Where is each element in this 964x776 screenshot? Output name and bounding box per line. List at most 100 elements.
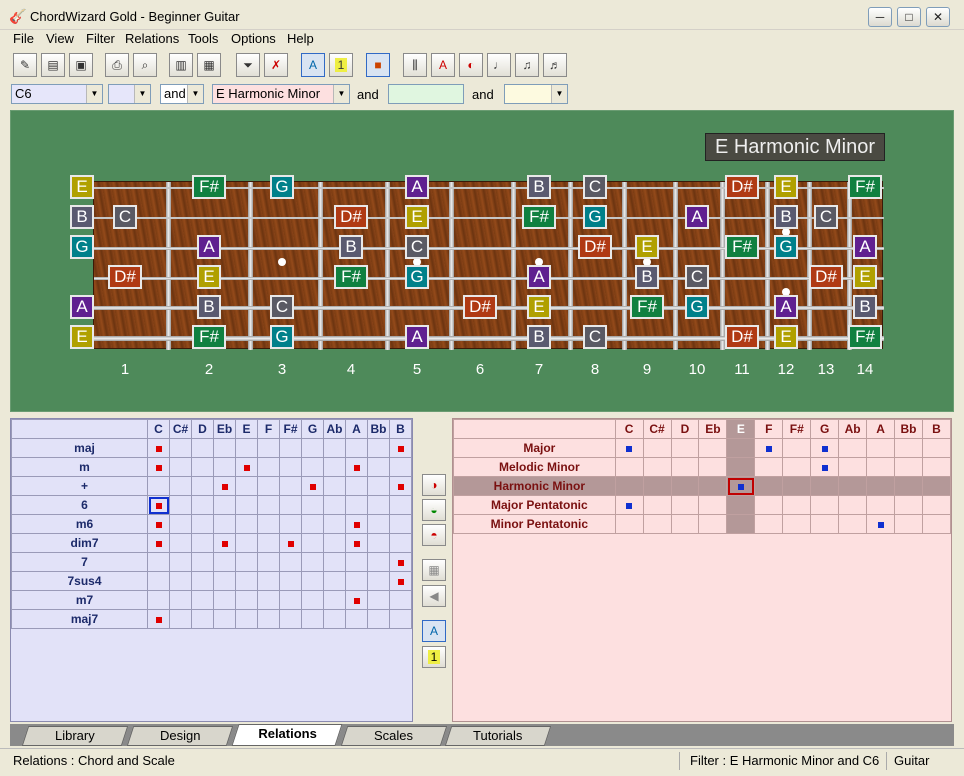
note-marker[interactable]: D#	[725, 175, 759, 199]
grid-column-header[interactable]: A	[345, 419, 368, 439]
grid-cell[interactable]	[389, 590, 412, 610]
grid-cell[interactable]	[782, 457, 812, 477]
grid-cell[interactable]	[191, 495, 214, 515]
grid-cell[interactable]	[367, 571, 390, 591]
grid-cell[interactable]	[257, 457, 280, 477]
grid-cell[interactable]	[257, 514, 280, 534]
grid-column-header[interactable]: F	[754, 419, 784, 439]
new-button[interactable]: ▤	[41, 53, 65, 77]
grid-cell[interactable]	[614, 438, 644, 458]
grid-cell[interactable]	[810, 476, 840, 496]
menu-file[interactable]: File	[13, 31, 34, 46]
grid-cell[interactable]	[169, 476, 192, 496]
grid-cell[interactable]	[147, 571, 170, 591]
note-marker[interactable]: F#	[334, 265, 368, 289]
grid-cell[interactable]	[191, 476, 214, 496]
grid-cell[interactable]	[301, 590, 324, 610]
filter-button[interactable]: ⏷	[236, 53, 260, 77]
note-marker[interactable]: G	[405, 265, 429, 289]
tab-library[interactable]: Library	[21, 726, 129, 746]
grid-column-header[interactable]: G	[810, 419, 840, 439]
grid-cell[interactable]	[642, 457, 672, 477]
note-marker[interactable]: E	[405, 205, 429, 229]
grid-cell[interactable]	[169, 533, 192, 553]
note-marker[interactable]: C	[685, 265, 709, 289]
grid-cell[interactable]	[389, 533, 412, 553]
grid-column-header[interactable]: D	[191, 419, 214, 439]
grid-cell[interactable]	[389, 514, 412, 534]
grid-cell[interactable]	[257, 476, 280, 496]
grid-cell[interactable]	[323, 609, 346, 629]
note-marker[interactable]: E	[635, 235, 659, 259]
note-marker[interactable]: D#	[809, 265, 843, 289]
note-marker[interactable]: B	[853, 295, 877, 319]
grid-cell[interactable]	[235, 571, 258, 591]
grid-cell[interactable]	[235, 476, 258, 496]
grid-column-header[interactable]: B	[389, 419, 412, 439]
grid-cell[interactable]	[810, 457, 840, 477]
grid-cell[interactable]	[323, 457, 346, 477]
note-marker[interactable]: G	[270, 325, 294, 349]
grid-cell[interactable]	[257, 495, 280, 515]
grid-cell[interactable]	[191, 571, 214, 591]
grid-cell[interactable]	[301, 514, 324, 534]
save-button[interactable]: ▣	[69, 53, 93, 77]
grid-cell[interactable]	[782, 476, 812, 496]
grid-cell[interactable]	[670, 514, 700, 534]
grid-cell[interactable]	[670, 457, 700, 477]
grid-column-header[interactable]: F	[257, 419, 280, 439]
note-marker[interactable]: F#	[848, 325, 882, 349]
note-marker[interactable]: E	[774, 175, 798, 199]
note-marker[interactable]: A	[405, 325, 429, 349]
grid-cell[interactable]	[213, 457, 236, 477]
note-marker[interactable]: D#	[725, 325, 759, 349]
grid-cell[interactable]	[810, 495, 840, 515]
grid-cell[interactable]	[389, 571, 412, 591]
grid-cell[interactable]	[921, 514, 951, 534]
clear-filter-button[interactable]: ✗	[264, 53, 288, 77]
note-marker[interactable]: E	[774, 325, 798, 349]
grid-cell[interactable]	[670, 438, 700, 458]
grid-cell[interactable]	[698, 495, 728, 515]
grid-cell[interactable]	[147, 590, 170, 610]
grid-cell[interactable]	[367, 495, 390, 515]
note-marker[interactable]: E	[197, 265, 221, 289]
grid-cell[interactable]	[345, 571, 368, 591]
grid-cell[interactable]	[169, 514, 192, 534]
grid-cell[interactable]	[782, 495, 812, 515]
grid-cell[interactable]	[213, 514, 236, 534]
grid-cell[interactable]	[642, 476, 672, 496]
grid-cell[interactable]	[169, 457, 192, 477]
note-marker[interactable]: E	[70, 325, 94, 349]
grid-cell[interactable]	[726, 438, 756, 458]
grid-cell[interactable]	[301, 571, 324, 591]
chord-select[interactable]: C6 ▼	[11, 84, 103, 104]
note-marker[interactable]: B	[774, 205, 798, 229]
grid-row-label[interactable]: Minor Pentatonic	[453, 514, 616, 534]
grid-cell[interactable]	[169, 571, 192, 591]
print-button[interactable]: ⎙	[105, 53, 129, 77]
menu-filter[interactable]: Filter	[86, 31, 115, 46]
note-marker[interactable]: C	[113, 205, 137, 229]
grid-cell[interactable]	[345, 476, 368, 496]
note-marker[interactable]: G	[685, 295, 709, 319]
chevron-down-icon[interactable]: ▼	[187, 85, 203, 103]
note-marker[interactable]: A	[405, 175, 429, 199]
note-marker[interactable]: B	[197, 295, 221, 319]
note-marker[interactable]: A	[685, 205, 709, 229]
note-marker[interactable]: C	[814, 205, 838, 229]
grid-cell[interactable]	[921, 457, 951, 477]
note-marker[interactable]: F#	[725, 235, 759, 259]
menu-help[interactable]: Help	[287, 31, 314, 46]
grid-cell[interactable]	[235, 457, 258, 477]
grid-cell[interactable]	[345, 438, 368, 458]
grid-cell[interactable]	[726, 495, 756, 515]
filter-field-3[interactable]	[388, 84, 464, 104]
grid-column-header[interactable]: G	[301, 419, 324, 439]
grid-cell[interactable]	[754, 457, 784, 477]
chevron-down-icon[interactable]: ▼	[551, 85, 567, 103]
note-marker[interactable]: A	[527, 265, 551, 289]
note-marker[interactable]: F#	[848, 175, 882, 199]
menu-options[interactable]: Options	[231, 31, 276, 46]
grid-cell[interactable]	[279, 457, 302, 477]
